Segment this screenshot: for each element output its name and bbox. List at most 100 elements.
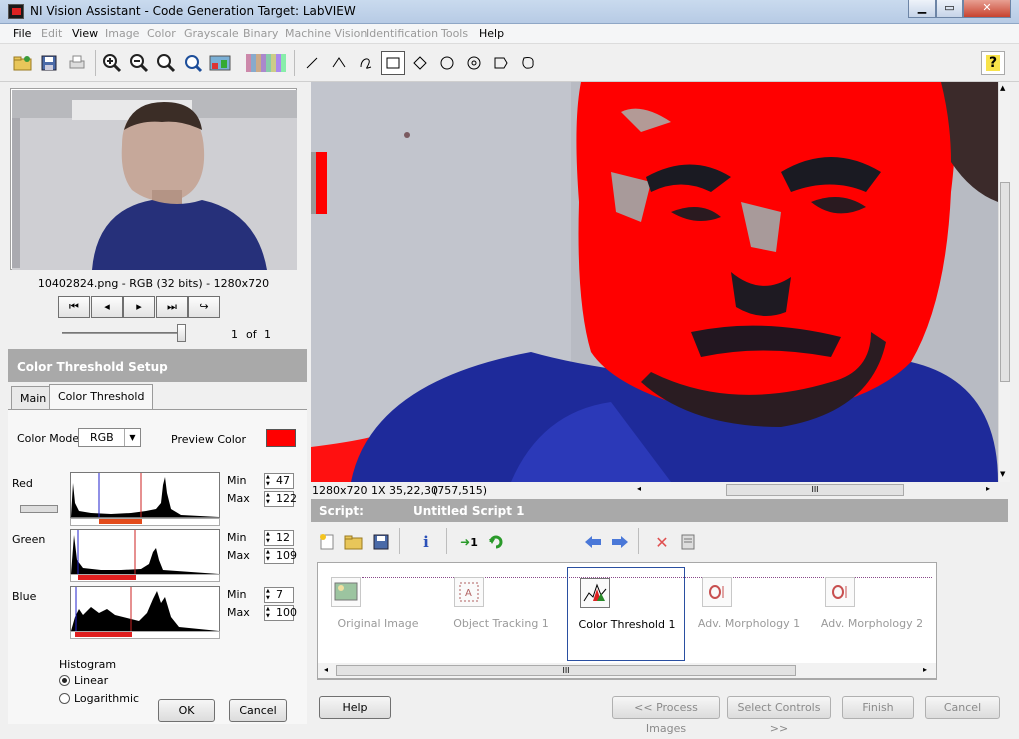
image-thumbnail[interactable] (10, 88, 297, 270)
menu-view[interactable]: View (72, 27, 98, 40)
step-object-tracking[interactable]: A Object Tracking 1 (442, 567, 560, 661)
setup-header: Color Threshold Setup (8, 349, 307, 382)
menu-binary[interactable]: Binary (243, 27, 278, 40)
open-image-icon[interactable] (11, 51, 35, 75)
scroll-right-icon[interactable]: ▸ (923, 665, 927, 674)
process-images-button[interactable]: << Process Images (612, 696, 720, 735)
step-original-image[interactable]: Original Image (319, 567, 437, 661)
image-acquire-icon[interactable] (208, 51, 232, 75)
image-status-size: 1280x720 1X 35,22,30 (312, 484, 439, 497)
help-icon[interactable]: ? (981, 51, 1005, 75)
open-script-icon[interactable] (342, 530, 366, 554)
previous-image-button[interactable]: ◂ (91, 296, 123, 318)
freehand-tool-icon[interactable] (354, 51, 378, 75)
rectangle-tool-icon[interactable] (381, 51, 405, 75)
scroll-left-icon[interactable]: ◂ (637, 484, 641, 493)
red-range-fill[interactable] (99, 519, 142, 524)
red-range-bar[interactable] (70, 518, 220, 526)
color-model-select[interactable]: RGB ▼ (78, 428, 141, 447)
menu-machine-vision[interactable]: Machine Vision (285, 27, 367, 40)
run-once-icon[interactable]: ➜ 1 (456, 530, 482, 554)
setup-cancel-button[interactable]: Cancel (229, 699, 287, 722)
menu-file[interactable]: File (13, 27, 31, 40)
blue-range-fill[interactable] (75, 632, 132, 637)
step-properties-icon[interactable] (677, 530, 701, 554)
chevron-down-icon[interactable]: ▼ (124, 429, 140, 446)
first-image-button[interactable]: ⏮ (58, 296, 90, 318)
image-vertical-scrollbar[interactable]: ▲ ▼ (998, 82, 1010, 482)
step-color-threshold[interactable]: Color Threshold 1 (567, 567, 685, 661)
green-min-spinner[interactable]: 12 (264, 530, 294, 546)
rotated-rectangle-tool-icon[interactable] (408, 51, 432, 75)
scroll-left-icon[interactable]: ◂ (324, 665, 328, 674)
freehand-region-tool-icon[interactable] (516, 51, 540, 75)
steps-horizontal-scrollbar[interactable]: ◂ III ▸ (317, 663, 937, 679)
finish-button[interactable]: Finish (842, 696, 914, 719)
oval-tool-icon[interactable] (435, 51, 459, 75)
save-image-icon[interactable] (38, 51, 62, 75)
cancel-button[interactable]: Cancel (925, 696, 1000, 719)
red-min-spinner[interactable]: 47 (264, 473, 294, 489)
zoom-in-icon[interactable] (100, 51, 124, 75)
new-script-icon[interactable] (315, 530, 339, 554)
print-icon[interactable] (65, 51, 89, 75)
polygon-tool-icon[interactable] (489, 51, 513, 75)
linear-radio[interactable] (59, 675, 70, 686)
ok-button[interactable]: OK (158, 699, 215, 722)
run-continuous-icon[interactable] (484, 530, 508, 554)
polyline-tool-icon[interactable] (327, 51, 351, 75)
menu-edit[interactable]: Edit (41, 27, 62, 40)
green-range-fill[interactable] (78, 575, 136, 580)
last-image-button[interactable]: ⏭ (156, 296, 188, 318)
blue-max-spinner[interactable]: 100 (264, 605, 297, 621)
scroll-up-icon[interactable]: ▲ (1000, 84, 1005, 92)
maximize-button[interactable]: ▭ (936, 0, 963, 18)
info-icon[interactable]: i (414, 530, 438, 554)
minimize-button[interactable]: ▁ (908, 0, 936, 18)
color-palette-icon[interactable] (245, 51, 287, 75)
zoom-1-to-1-icon[interactable] (154, 51, 178, 75)
horizontal-scroll-thumb[interactable]: III (726, 484, 904, 496)
preview-color-swatch[interactable] (266, 429, 296, 447)
red-channel-slider-icon[interactable] (20, 505, 58, 513)
red-max-spinner[interactable]: 122 (264, 491, 297, 507)
green-max-spinner[interactable]: 109 (264, 548, 297, 564)
app-icon (8, 4, 24, 19)
menu-color[interactable]: Color (147, 27, 176, 40)
step-adv-morphology-2[interactable]: Adv. Morphology 2 (813, 567, 931, 661)
page-total: 1 (264, 328, 271, 341)
toolbar-separator (446, 528, 447, 554)
image-slider-track[interactable] (62, 332, 186, 334)
step-label: Adv. Morphology 1 (697, 617, 801, 630)
menu-help[interactable]: Help (479, 27, 504, 40)
blue-min-spinner[interactable]: 7 (264, 587, 294, 603)
morphology-icon (702, 577, 732, 607)
delete-step-icon[interactable]: ✕ (650, 530, 674, 554)
move-step-right-icon[interactable] (608, 530, 632, 554)
browse-image-icon[interactable]: ↪ (188, 296, 220, 318)
next-image-button[interactable]: ▸ (123, 296, 155, 318)
move-step-left-icon[interactable] (581, 530, 605, 554)
scroll-down-icon[interactable]: ▼ (1000, 470, 1005, 478)
zoom-out-icon[interactable] (127, 51, 151, 75)
close-button[interactable]: ✕ (963, 0, 1011, 18)
vertical-scroll-thumb[interactable] (1000, 182, 1010, 382)
select-controls-button[interactable]: Select Controls >> (727, 696, 831, 735)
scroll-right-icon[interactable]: ▸ (986, 484, 990, 493)
image-slider-thumb[interactable] (177, 324, 186, 342)
menu-tools[interactable]: Tools (441, 27, 468, 40)
page-of-label: of (246, 328, 257, 341)
menu-grayscale[interactable]: Grayscale (184, 27, 239, 40)
tab-color-threshold[interactable]: Color Threshold (49, 384, 154, 410)
step-adv-morphology-1[interactable]: Adv. Morphology 1 (690, 567, 808, 661)
menu-image[interactable]: Image (105, 27, 139, 40)
save-script-icon[interactable] (369, 530, 393, 554)
annulus-tool-icon[interactable] (462, 51, 486, 75)
line-tool-icon[interactable] (300, 51, 324, 75)
menu-identification[interactable]: Identification (366, 27, 438, 40)
steps-scroll-thumb[interactable]: III (336, 665, 796, 676)
help-button[interactable]: Help (319, 696, 391, 719)
logarithmic-radio[interactable] (59, 693, 70, 704)
zoom-fit-icon[interactable] (181, 51, 205, 75)
main-image-view[interactable] (311, 82, 998, 482)
